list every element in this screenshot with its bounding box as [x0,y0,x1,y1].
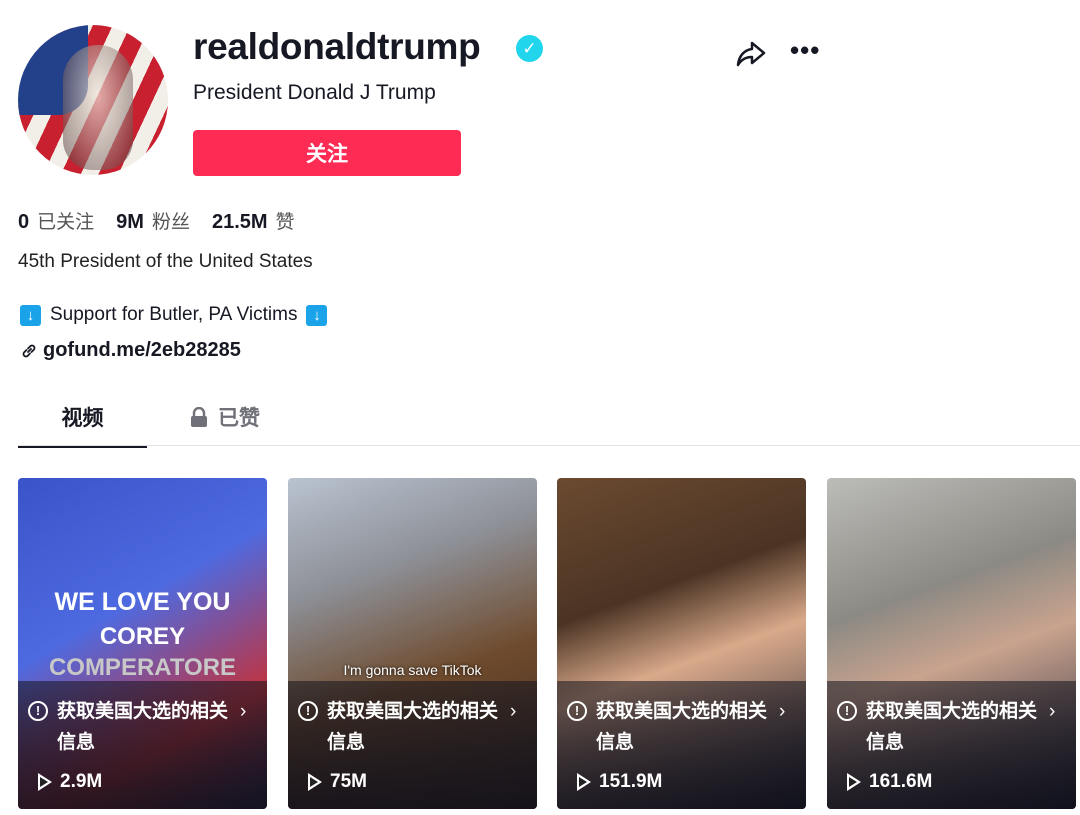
video-overlay-text: WE LOVE YOU [54,588,231,616]
video-card[interactable]: ! 获取美国大选的相关信息 › 151.9M [557,478,806,809]
video-card[interactable]: I'm gonna save TikTok ! 获取美国大选的相关信息 › 75M [288,478,537,809]
down-arrow-icon: ↓ [20,304,41,326]
play-icon [847,773,861,791]
username: realdonaldtrump [193,26,481,67]
tab-videos[interactable]: 视频 [18,402,147,448]
chevron-right-icon: › [510,701,517,722]
likes-count: 21.5M 赞 [211,211,295,233]
tab-divider [18,445,1080,446]
election-info-link[interactable]: ! 获取美国大选的相关信息 › [28,696,258,758]
chevron-right-icon: › [1049,701,1056,722]
tab-liked-label: 已赞 [218,407,260,430]
avatar[interactable] [18,25,168,175]
support-text: Support for Butler, PA Victims [50,304,298,325]
play-icon [577,773,591,791]
bio-link[interactable]: gofund.me/2eb28285 [20,339,241,362]
bio-support-line: ↓ Support for Butler, PA Victims ↓ [20,304,328,326]
chevron-right-icon: › [779,701,786,722]
video-overlay-text: COREY [99,623,186,650]
info-icon: ! [567,701,587,721]
view-count: 2.9M [38,771,102,793]
video-overlay-text: COMPERATORE [48,654,237,681]
followers-count[interactable]: 9M 粉丝 [116,207,190,234]
down-arrow-icon: ↓ [306,304,328,326]
video-card[interactable]: WE LOVE YOU COREY COMPERATORE ! 获取美国大选的相关… [18,478,267,809]
share-icon[interactable] [735,38,767,70]
info-icon: ! [298,701,318,721]
election-info-link[interactable]: ! 获取美国大选的相关信息 › [298,696,528,758]
play-icon [38,773,52,791]
more-options-icon[interactable]: ••• [790,37,822,66]
verified-badge-icon: ✓ [516,35,543,62]
tab-liked[interactable]: 已赞 [190,402,260,432]
chevron-right-icon: › [240,701,247,722]
view-count: 75M [308,771,367,793]
bio-text: 45th President of the United States [18,251,313,272]
view-count: 151.9M [577,771,662,793]
video-overlay-text: I'm gonna save TikTok [343,662,482,678]
link-text[interactable]: gofund.me/2eb28285 [43,339,241,362]
election-info-link[interactable]: ! 获取美国大选的相关信息 › [567,696,797,758]
lock-icon [191,407,207,427]
view-count: 161.6M [847,771,932,793]
following-count[interactable]: 0 已关注 [18,207,94,234]
info-icon: ! [837,701,857,721]
link-icon [22,344,36,357]
election-info-link[interactable]: ! 获取美国大选的相关信息 › [837,696,1067,758]
nickname: President Donald J Trump [193,81,436,104]
video-card[interactable]: ! 获取美国大选的相关信息 › 161.6M [827,478,1076,809]
play-icon [308,773,322,791]
stats-row: 0 已关注 9M 粉丝 21.5M 赞 [18,207,295,234]
follow-button[interactable]: 关注 [193,130,461,176]
info-icon: ! [28,701,48,721]
